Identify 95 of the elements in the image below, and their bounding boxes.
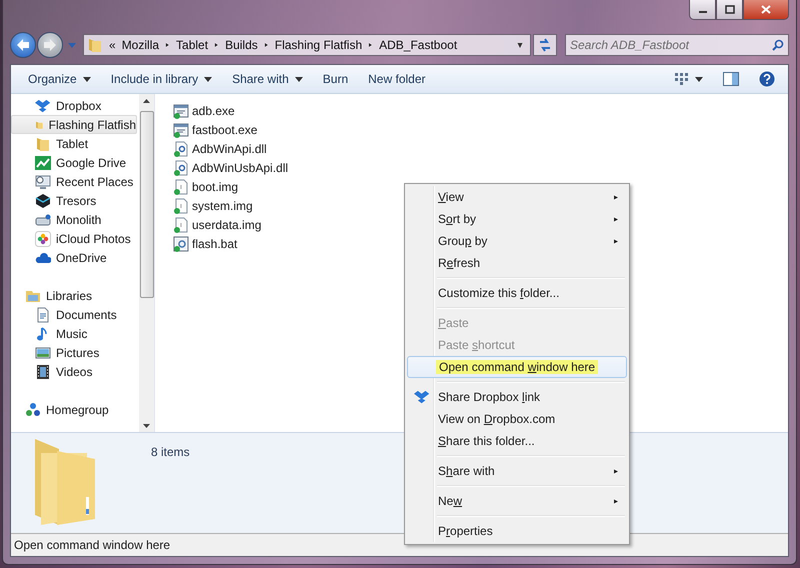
back-button[interactable] [10, 32, 36, 58]
file-item[interactable]: AdbWinUsbApi.dll [173, 158, 288, 177]
refresh-icon [537, 38, 553, 52]
film-icon [35, 364, 51, 380]
navigation-item[interactable]: Dropbox [11, 96, 137, 115]
menu-item[interactable]: Share with [407, 460, 627, 482]
close-button[interactable] [743, 0, 789, 20]
search-field[interactable]: Search ADB_Fastboot [565, 34, 789, 56]
toolbar-button[interactable]: New folder [359, 68, 434, 90]
status-text: Open command window here [14, 538, 170, 552]
menu-item[interactable]: View [407, 186, 627, 208]
breadcrumb-overflow[interactable]: « [109, 38, 116, 52]
maximize-icon [724, 5, 734, 14]
file-item[interactable]: fastboot.exe [173, 120, 258, 139]
toolbar-button[interactable]: Organize [19, 68, 100, 90]
menu-item[interactable]: Group by [407, 230, 627, 252]
navigation-item[interactable]: OneDrive [11, 248, 137, 267]
file-icon [173, 178, 189, 194]
toolbar-button[interactable]: Include in library [102, 68, 222, 90]
folder-icon [35, 136, 51, 152]
navigation-item[interactable]: Google Drive [11, 153, 137, 172]
breadcrumb[interactable]: ADB_Fastboot [379, 38, 458, 52]
file-item[interactable]: userdata.img [173, 215, 262, 234]
navigation-item[interactable]: Tresors [11, 191, 137, 210]
navigation-item[interactable]: Recent Places [11, 172, 137, 191]
file-item[interactable]: boot.img [173, 177, 238, 196]
file-item[interactable]: flash.bat [173, 234, 238, 253]
file-icon [173, 198, 189, 214]
application-icon [173, 102, 189, 118]
cube-icon [35, 192, 51, 208]
toolbar-button[interactable]: Share with [223, 68, 312, 90]
gear-file-icon [173, 140, 189, 156]
navigation-item[interactable]: Flashing Flatfish [11, 115, 137, 134]
navigation-item[interactable]: Documents [11, 305, 137, 324]
search-icon [772, 39, 784, 51]
menu-item[interactable]: Share this folder... [407, 430, 627, 452]
file-item[interactable]: system.img [173, 196, 253, 215]
breadcrumb[interactable]: Tablet [176, 38, 208, 52]
homegroup-icon [25, 402, 41, 418]
folder-icon [87, 37, 103, 53]
maximize-button[interactable] [716, 0, 743, 20]
dropbox-icon [35, 98, 51, 114]
picture-icon [35, 344, 51, 360]
menu-item[interactable]: Sort by [407, 208, 627, 230]
menu-item[interactable]: Refresh [407, 252, 627, 274]
gear-file-icon [173, 160, 189, 176]
menu-item[interactable]: View on Dropbox.com [407, 408, 627, 430]
menu-item[interactable]: Share Dropbox link [407, 386, 627, 408]
chevron-icon [165, 41, 170, 49]
document-icon [35, 306, 51, 322]
left-arrow-icon [15, 38, 31, 52]
chevron-icon [368, 41, 374, 49]
chevron-icon [264, 41, 269, 49]
pane-icon [723, 72, 739, 86]
navigation-item[interactable]: Pictures [11, 343, 137, 362]
dropdown-icon [516, 42, 524, 48]
navigation-item[interactable]: Tablet [11, 134, 137, 153]
menu-item[interactable]: Open command window here [407, 356, 627, 378]
navigation-item[interactable]: Music [11, 324, 137, 343]
navigation-item[interactable]: Homegroup [11, 400, 137, 419]
dropbox-icon [414, 389, 430, 405]
grid-icon [675, 73, 689, 85]
caret-icon [695, 76, 703, 82]
menu-item[interactable]: New [407, 490, 627, 512]
navigation-item[interactable]: Videos [11, 362, 137, 381]
menu-item[interactable]: Properties [407, 520, 627, 542]
forward-button[interactable] [37, 32, 63, 58]
file-item[interactable]: AdbWinApi.dll [173, 139, 267, 158]
minimize-button[interactable] [689, 0, 716, 20]
scroll-up-icon[interactable] [143, 99, 150, 103]
application-icon [173, 122, 189, 138]
navigation-item[interactable]: Libraries [11, 286, 137, 305]
help-icon [759, 71, 775, 87]
navigation-item[interactable]: Monolith [11, 210, 137, 229]
scroll-down-icon[interactable] [143, 424, 150, 428]
right-arrow-icon [42, 38, 58, 52]
clock-computer-icon [35, 174, 51, 190]
refresh-button[interactable] [533, 34, 557, 56]
file-item[interactable]: adb.exe [173, 101, 235, 120]
close-icon [761, 5, 771, 14]
breadcrumb[interactable]: Builds [225, 38, 258, 52]
item-count: 8 items [151, 445, 190, 459]
gear-window-icon [173, 236, 189, 252]
address-bar[interactable]: « Mozilla Tablet Builds Flashing Flatfish ADB_Fastboot [83, 34, 531, 56]
breadcrumb[interactable]: Mozilla [122, 38, 160, 52]
flower-icon [35, 230, 51, 246]
navigation-item[interactable]: iCloud Photos [11, 229, 137, 248]
chevron-icon [214, 41, 220, 49]
toolbar-button[interactable]: Burn [314, 68, 358, 90]
menu-item[interactable]: Customize this folder... [407, 282, 627, 304]
drive-icon [35, 212, 51, 228]
file-icon [173, 216, 189, 232]
scrollbar[interactable] [139, 94, 154, 432]
chart-icon [35, 154, 51, 170]
breadcrumb[interactable]: Flashing Flatfish [274, 38, 362, 52]
